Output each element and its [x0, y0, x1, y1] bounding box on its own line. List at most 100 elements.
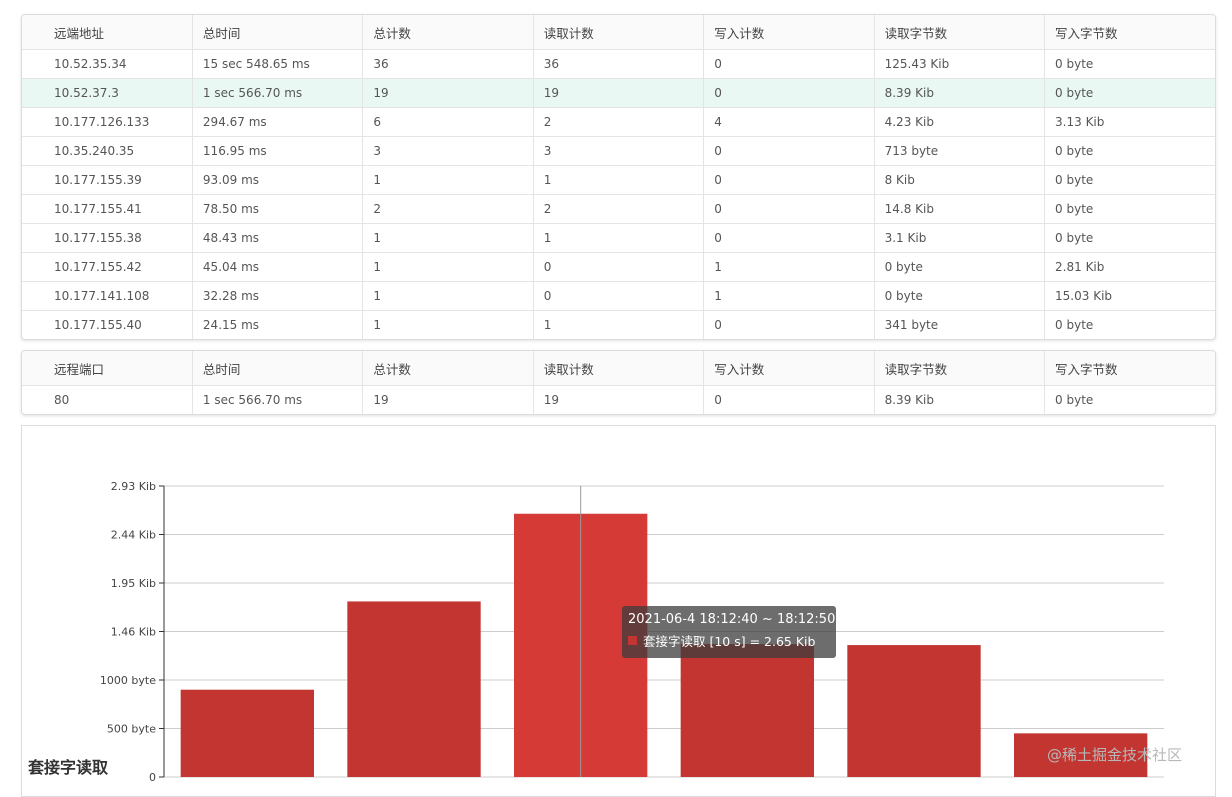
table-row[interactable]: 10.52.35.34 15 sec 548.65 ms 36 36 0 125.43 K…	[22, 49, 1215, 79]
table-cell: 10.177.155.40	[22, 310, 193, 339]
table-cell: 10.177.126.133	[22, 107, 193, 137]
table-cell: 19	[533, 78, 705, 108]
table-cell: 4	[703, 107, 875, 137]
table-cell: 8.39 Kib	[874, 385, 1046, 414]
table-cell: 14.8 Kib	[874, 194, 1046, 224]
column-header[interactable]: 总时间	[192, 15, 364, 50]
chart-tooltip: 2021-06-4 18:12:40 ~ 18:12:50 套接字读取 [10 …	[622, 606, 836, 658]
table-cell: 93.09 ms	[192, 165, 364, 195]
socket-read-chart[interactable]: 0 500 byte 1000 byte 1.46 Kib 1.95 Kib 2.44 K…	[22, 426, 1215, 796]
table-cell: 10.52.35.34	[22, 49, 193, 79]
tooltip-time-range: 2021-06-4 18:12:40 ~ 18:12:50	[628, 612, 836, 627]
table-cell: 32.28 ms	[192, 281, 364, 311]
table-row[interactable]: 10.177.126.133 294.67 ms 6 2 4 4.23 Kib 3.13 K…	[22, 107, 1215, 137]
table-cell: 45.04 ms	[192, 252, 364, 282]
table-row[interactable]: 10.177.141.108 32.28 ms 1 0 1 0 byte 15.03 Kib	[22, 281, 1215, 311]
table-cell: 0 byte	[874, 252, 1046, 282]
column-header[interactable]: 写入计数	[703, 15, 875, 50]
table-cell: 24.15 ms	[192, 310, 364, 339]
table-cell: 0	[703, 49, 875, 79]
socket-read-chart-panel: 0 500 byte 1000 byte 1.46 Kib 1.95 Kib 2.44 K…	[21, 425, 1216, 797]
table-cell: 3.1 Kib	[874, 223, 1046, 253]
table-cell: 1	[362, 252, 534, 282]
table-row[interactable]: 10.177.155.39 93.09 ms 1 1 0 8 Kib 0 byte	[22, 165, 1215, 195]
series-color-swatch	[628, 636, 637, 645]
table-cell: 1	[533, 223, 705, 253]
table-cell: 0 byte	[1044, 49, 1215, 79]
table-cell: 78.50 ms	[192, 194, 364, 224]
table-cell: 0	[533, 281, 705, 311]
table-row[interactable]: 10.35.240.35 116.95 ms 3 3 0 713 byte 0 byte	[22, 136, 1215, 166]
column-header[interactable]: 远程端口	[22, 351, 193, 386]
table-cell: 0 byte	[1044, 78, 1215, 108]
table-cell: 1	[362, 165, 534, 195]
table-cell: 6	[362, 107, 534, 137]
table-cell: 116.95 ms	[192, 136, 364, 166]
table-cell: 36	[362, 49, 534, 79]
watermark: @稀土掘金技术社区	[1047, 746, 1183, 764]
chart-bar[interactable]	[847, 645, 981, 777]
table-cell: 0	[533, 252, 705, 282]
table-cell: 10.177.155.42	[22, 252, 193, 282]
chart-bar[interactable]	[680, 644, 814, 777]
table-cell: 10.177.155.39	[22, 165, 193, 195]
y-tick-label: 1000 byte	[100, 674, 156, 687]
table-row[interactable]: 10.52.37.3 1 sec 566.70 ms 19 19 0 8.39 Kib 0 …	[22, 78, 1215, 108]
table-row[interactable]: 10.177.155.40 24.15 ms 1 1 0 341 byte 0 byte	[22, 310, 1215, 339]
table-cell: 1	[533, 165, 705, 195]
column-header[interactable]: 写入字节数	[1044, 351, 1215, 386]
table-header-row: 远端地址 总时间 总计数 读取计数 写入计数 读取字节数 写入字节数	[22, 15, 1215, 50]
table-cell: 0	[703, 136, 875, 166]
y-tick-label: 2.44 Kib	[111, 529, 156, 542]
table-cell: 19	[362, 78, 534, 108]
table-cell: 10.52.37.3	[22, 78, 193, 108]
table-cell: 2	[362, 194, 534, 224]
table-cell: 1	[703, 281, 875, 311]
column-header[interactable]: 读取计数	[533, 15, 705, 50]
table-cell: 10.177.141.108	[22, 281, 193, 311]
column-header[interactable]: 读取字节数	[874, 351, 1046, 386]
column-header[interactable]: 读取计数	[533, 351, 705, 386]
chart-bar[interactable]	[347, 601, 481, 777]
chart-bar[interactable]	[180, 689, 314, 777]
table-cell: 8 Kib	[874, 165, 1046, 195]
remote-port-table: 远程端口 总时间 总计数 读取计数 写入计数 读取字节数 写入字节数 80 1 sec 566…	[21, 350, 1216, 415]
table-cell: 8.39 Kib	[874, 78, 1046, 108]
table-cell: 10.35.240.35	[22, 136, 193, 166]
column-header[interactable]: 写入计数	[703, 351, 875, 386]
table-row[interactable]: 10.177.155.41 78.50 ms 2 2 0 14.8 Kib 0 byte	[22, 194, 1215, 224]
table-cell: 1 sec 566.70 ms	[192, 385, 364, 414]
table-cell: 3	[533, 136, 705, 166]
table-cell: 1	[362, 223, 534, 253]
table-cell: 0 byte	[1055, 393, 1094, 407]
table-cell: 80	[22, 385, 193, 414]
table-cell: 15 sec 548.65 ms	[192, 49, 364, 79]
table-cell: 0 byte	[1055, 318, 1094, 332]
column-header[interactable]: 总计数	[362, 351, 534, 386]
table-cell: 4.23 Kib	[874, 107, 1046, 137]
column-header[interactable]: 写入字节数	[1044, 15, 1215, 50]
tooltip-series-value: 套接字读取 [10 s] = 2.65 Kib	[643, 634, 816, 649]
table-cell: 0 byte	[1044, 223, 1215, 253]
table-cell: 0	[703, 223, 875, 253]
table-cell: 3.13 Kib	[1044, 107, 1215, 137]
y-tick-label: 500 byte	[107, 723, 156, 736]
table-cell: 1 sec 566.70 ms	[192, 78, 364, 108]
table-row[interactable]: 10.177.155.42 45.04 ms 1 0 1 0 byte 2.81 Kib	[22, 252, 1215, 282]
table-header-row: 远程端口 总时间 总计数 读取计数 写入计数 读取字节数 写入字节数	[22, 351, 1215, 386]
table-cell: 10.177.155.41	[22, 194, 193, 224]
column-header[interactable]: 总时间	[192, 351, 364, 386]
table-cell: 36	[533, 49, 705, 79]
table-row[interactable]: 80 1 sec 566.70 ms 19 19 0 8.39 Kib 0 byte	[22, 385, 1215, 414]
table-cell: 0 byte	[1044, 194, 1215, 224]
table-cell: 1	[362, 310, 534, 339]
table-cell: 1	[533, 310, 705, 339]
table-row[interactable]: 10.177.155.38 48.43 ms 1 1 0 3.1 Kib 0 byte	[22, 223, 1215, 253]
remote-address-table: 远端地址 总时间 总计数 读取计数 写入计数 读取字节数 写入字节数 10.52.35.34…	[21, 14, 1216, 340]
column-header[interactable]: 远端地址	[22, 15, 193, 50]
table-cell: 0 byte	[1044, 136, 1215, 166]
table-cell: 0	[703, 385, 875, 414]
column-header[interactable]: 读取字节数	[874, 15, 1046, 50]
table-cell: 10.177.155.38	[22, 223, 193, 253]
column-header[interactable]: 总计数	[362, 15, 534, 50]
